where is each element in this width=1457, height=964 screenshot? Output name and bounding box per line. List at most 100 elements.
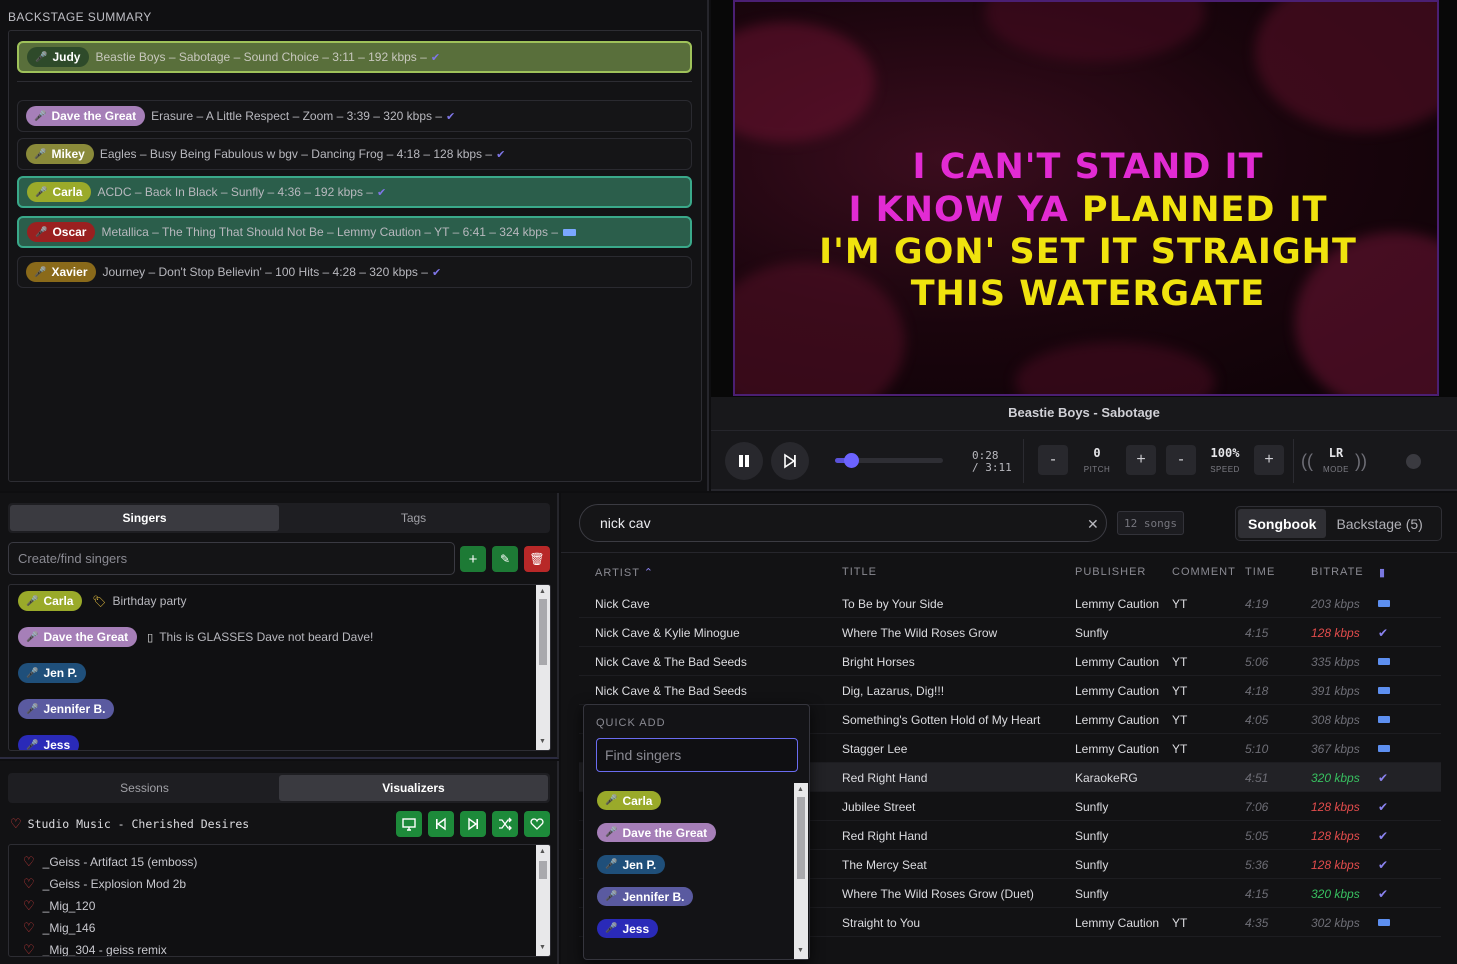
heart-icon[interactable]: ♡ — [23, 942, 35, 956]
pause-button[interactable] — [725, 442, 763, 480]
column-publisher[interactable]: PUBLISHER — [1075, 566, 1146, 578]
singer-name: Mikey — [51, 147, 85, 161]
clear-search-icon[interactable]: ✕ — [1087, 516, 1099, 533]
singer-pill[interactable]: 🎤 Carla — [597, 791, 662, 810]
singer-pill[interactable]: 🎤 Carla — [18, 591, 83, 611]
pitch-down-button[interactable]: - — [1038, 445, 1068, 475]
next-visualizer-button[interactable] — [460, 811, 486, 837]
singer-pill[interactable]: 🎤 Dave the Great — [26, 106, 146, 126]
shuffle-button[interactable] — [492, 811, 518, 837]
delete-singer-button[interactable]: 🗑 — [524, 546, 550, 572]
quick-add-singer[interactable]: 🎤 Carla — [597, 791, 662, 810]
tab-songbook[interactable]: Songbook — [1238, 509, 1327, 538]
heart-icon[interactable]: ♡ — [10, 816, 22, 832]
singer-pill[interactable]: 🎤 Judy — [27, 47, 90, 67]
singer-pill[interactable]: 🎤 Jen P. — [18, 663, 87, 683]
column-title[interactable]: TITLE — [842, 566, 877, 578]
table-row[interactable]: Nick Cave & The Bad Seeds Dig, Lazarus, D… — [579, 676, 1441, 705]
column-comment[interactable]: COMMENT — [1172, 566, 1236, 578]
add-singer-button[interactable]: + — [460, 546, 486, 572]
scroll-down-icon[interactable]: ▼ — [539, 738, 546, 745]
quick-add-search-input[interactable]: Find singers — [596, 738, 798, 772]
queue-row[interactable]: 🎤 Oscar Metallica – The Thing That Should … — [17, 216, 692, 248]
visualizer-item[interactable]: ♡ _Mig_304 - geiss remix — [23, 942, 167, 956]
singer-pill[interactable]: 🎤 Carla — [27, 182, 92, 202]
singer-row[interactable]: 🎤 Dave the Great ▯ This is GLASSES Dave not… — [18, 627, 373, 647]
queue-row[interactable]: 🎤 Mikey Eagles – Busy Being Fabulous w bgv… — [17, 138, 692, 170]
pitch-up-button[interactable]: + — [1126, 445, 1156, 475]
mode-right-icon[interactable]: )) — [1355, 451, 1367, 472]
table-row[interactable]: Nick Cave & Kylie Minogue Where The Wild … — [579, 618, 1441, 647]
singer-pill[interactable]: 🎤 Jennifer B. — [597, 887, 694, 906]
scroll-up-icon[interactable]: ▲ — [539, 848, 546, 855]
display-button[interactable] — [396, 811, 422, 837]
singer-pill[interactable]: 🎤 Xavier — [26, 262, 97, 282]
quick-add-singer[interactable]: 🎤 Dave the Great — [597, 823, 717, 842]
scroll-down-icon[interactable]: ▼ — [539, 944, 546, 951]
favorite-button[interactable] — [524, 811, 550, 837]
speed-up-button[interactable]: + — [1254, 445, 1284, 475]
tab-singers[interactable]: Singers — [10, 505, 279, 531]
singer-pill[interactable]: 🎤 Oscar — [27, 222, 96, 242]
scroll-up-icon[interactable]: ▲ — [539, 588, 546, 595]
seek-handle[interactable] — [844, 453, 860, 468]
skip-next-button[interactable] — [771, 442, 809, 480]
singers-scrollbar[interactable]: ▲ ▼ — [536, 585, 550, 750]
singer-search-input[interactable]: Create/find singers — [8, 542, 455, 575]
volume-knob[interactable] — [1406, 454, 1421, 469]
singer-pill[interactable]: 🎤 Mikey — [26, 144, 94, 164]
queue-row[interactable]: 🎤 Dave the Great Erasure – A Little Respec… — [17, 100, 692, 132]
visualizer-item[interactable]: ♡ _Mig_146 — [23, 920, 95, 936]
tab-backstage[interactable]: Backstage (5) — [1326, 509, 1432, 538]
singer-pill[interactable]: 🎤 Jess — [597, 919, 659, 938]
scroll-thumb[interactable] — [539, 861, 547, 879]
table-row[interactable]: Nick Cave To Be by Your Side Lemmy Caution… — [579, 589, 1441, 618]
viz-scrollbar[interactable]: ▲ ▼ — [536, 845, 550, 956]
quick-add-singer[interactable]: 🎤 Jen P. — [597, 855, 666, 874]
tab-tags[interactable]: Tags — [279, 505, 548, 531]
sort-asc-icon: ⌃ — [643, 567, 654, 579]
quick-add-singer[interactable]: 🎤 Jess — [597, 919, 659, 938]
cell-publisher: Lemmy Caution — [1075, 655, 1160, 669]
singer-pill[interactable]: 🎤 Dave the Great — [18, 627, 138, 647]
mode-left-icon[interactable]: (( — [1301, 451, 1313, 472]
tab-visualizers[interactable]: Visualizers — [279, 775, 548, 801]
singer-pill[interactable]: 🎤 Jess — [18, 735, 80, 750]
heart-icon[interactable]: ♡ — [23, 898, 35, 914]
heart-icon[interactable]: ♡ — [23, 854, 35, 870]
edit-singer-button[interactable]: ✎ — [492, 546, 518, 572]
quick-add-scrollbar[interactable]: ▲ ▼ — [794, 783, 808, 959]
singer-row[interactable]: 🎤 Jennifer B. — [18, 699, 115, 719]
singer-pill[interactable]: 🎤 Jennifer B. — [18, 699, 115, 719]
speed-down-button[interactable]: - — [1166, 445, 1196, 475]
column-bitrate[interactable]: BITRATE — [1311, 566, 1364, 578]
seek-slider[interactable] — [835, 453, 943, 468]
column-status-icon[interactable]: ▮ — [1379, 566, 1386, 579]
scroll-down-icon[interactable]: ▼ — [797, 947, 804, 954]
queue-row[interactable]: 🎤 Xavier Journey – Don't Stop Believin' – … — [17, 256, 692, 288]
visualizer-item[interactable]: ♡ _Geiss - Artifact 15 (emboss) — [23, 854, 197, 870]
scroll-thumb[interactable] — [539, 599, 547, 665]
visualizer-item[interactable]: ♡ _Geiss - Explosion Mod 2b — [23, 876, 186, 892]
singer-row[interactable]: 🎤 Jess — [18, 735, 80, 750]
scroll-up-icon[interactable]: ▲ — [797, 786, 804, 793]
prev-visualizer-button[interactable] — [428, 811, 454, 837]
visualizer-item[interactable]: ♡ _Mig_120 — [23, 898, 95, 914]
queue-row[interactable]: 🎤 Carla ACDC – Back In Black – Sunfly – 4:… — [17, 176, 692, 208]
current-song-row[interactable]: 🎤 Judy Beastie Boys – Sabotage – Sound Cho… — [17, 41, 692, 73]
visualizer-name: _Mig_120 — [42, 899, 96, 913]
singer-pill[interactable]: 🎤 Jen P. — [597, 855, 666, 874]
heart-icon[interactable]: ♡ — [23, 920, 35, 936]
column-artist[interactable]: ARTIST ⌃ — [595, 566, 654, 579]
singer-row[interactable]: 🎤 Jen P. — [18, 663, 87, 683]
column-time[interactable]: TIME — [1245, 566, 1275, 578]
quick-add-singer[interactable]: 🎤 Jennifer B. — [597, 887, 694, 906]
scroll-thumb[interactable] — [797, 797, 805, 879]
table-row[interactable]: Nick Cave & The Bad Seeds Bright Horses Le… — [579, 647, 1441, 676]
song-search-input[interactable]: nick cav — [579, 504, 1107, 542]
singer-row[interactable]: 🎤 Carla 🏷 Birthday party — [18, 591, 187, 611]
check-icon: ✔ — [376, 186, 387, 199]
singer-pill[interactable]: 🎤 Dave the Great — [597, 823, 717, 842]
tab-sessions[interactable]: Sessions — [10, 775, 279, 801]
heart-icon[interactable]: ♡ — [23, 876, 35, 892]
